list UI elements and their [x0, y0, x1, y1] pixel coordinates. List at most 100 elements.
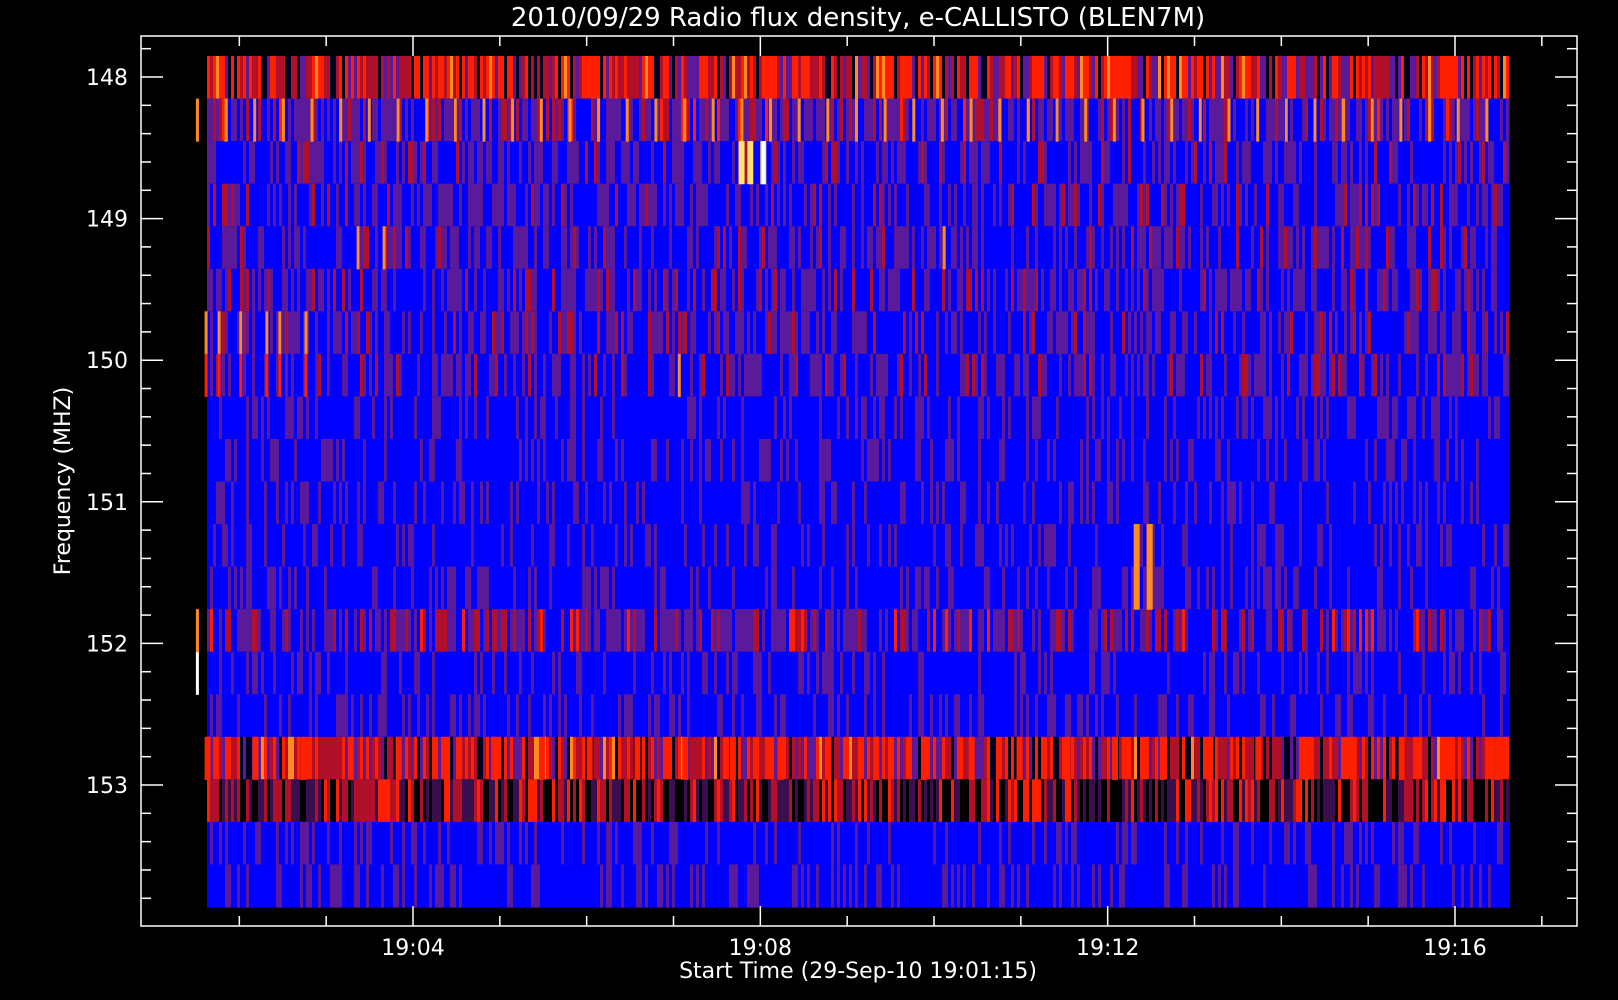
- heatmap-cell: [387, 779, 390, 823]
- heatmap-cell: [297, 736, 300, 780]
- heatmap-cell: [1164, 438, 1167, 483]
- heatmap-cell: [756, 736, 759, 780]
- heatmap-cell: [1185, 141, 1188, 185]
- heatmap-cell: [942, 481, 945, 525]
- heatmap-cell: [333, 56, 336, 100]
- heatmap-burst: [1255, 736, 1262, 780]
- heatmap-cell: [951, 566, 954, 610]
- heatmap-cell: [1272, 779, 1275, 823]
- heatmap-cell: [1353, 183, 1356, 227]
- heatmap-cell: [276, 438, 279, 483]
- heatmap-cell: [1284, 56, 1287, 100]
- heatmap-cell: [792, 566, 795, 610]
- heatmap-cell: [1320, 779, 1323, 823]
- heatmap-cell: [312, 56, 315, 100]
- heatmap-cell: [552, 141, 555, 185]
- heatmap-cell: [708, 736, 711, 780]
- heatmap-burst: [265, 353, 269, 397]
- heatmap-cell: [492, 651, 495, 695]
- heatmap-cell: [1113, 779, 1116, 823]
- heatmap-cell: [786, 98, 789, 142]
- heatmap-cell: [1218, 226, 1221, 270]
- heatmap-cell: [639, 609, 642, 653]
- heatmap-cell: [1299, 56, 1302, 100]
- heatmap-cell: [831, 694, 834, 738]
- heatmap-cell: [453, 481, 456, 525]
- heatmap-cell: [1473, 566, 1476, 610]
- heatmap-cell: [534, 821, 537, 866]
- heatmap-cell: [1284, 736, 1287, 780]
- heatmap-cell: [966, 353, 969, 397]
- heatmap-cell: [594, 226, 597, 270]
- heatmap-cell: [384, 438, 387, 483]
- heatmap-cell: [468, 56, 471, 100]
- heatmap-cell: [405, 736, 408, 780]
- heatmap-cell: [1407, 183, 1410, 227]
- heatmap-cell: [732, 651, 735, 695]
- heatmap-cell: [258, 268, 261, 312]
- heatmap-cell: [828, 183, 831, 227]
- heatmap-cell: [1089, 609, 1092, 653]
- heatmap-cell: [624, 226, 627, 270]
- heatmap-cell: [1368, 311, 1371, 355]
- heatmap-cell: [1110, 609, 1113, 653]
- heatmap-cell: [498, 56, 501, 100]
- heatmap-cell: [621, 56, 624, 100]
- heatmap-cell: [1107, 268, 1110, 312]
- heatmap-cell: [468, 779, 471, 823]
- heatmap-cell: [1266, 736, 1269, 780]
- heatmap-cell: [924, 183, 927, 227]
- heatmap-cell: [1122, 226, 1125, 270]
- heatmap-cell: [612, 98, 615, 142]
- heatmap-cell: [390, 56, 393, 100]
- heatmap-cell: [1158, 56, 1161, 100]
- heatmap-cell: [441, 864, 444, 908]
- heatmap-cell: [210, 609, 213, 653]
- heatmap-cell: [1245, 353, 1248, 397]
- heatmap-cell: [756, 524, 759, 568]
- heatmap-cell: [1020, 694, 1023, 738]
- heatmap-cell: [1032, 609, 1035, 653]
- heatmap-cell: [816, 56, 819, 100]
- heatmap-cell: [297, 396, 300, 440]
- heatmap-cell: [486, 609, 489, 653]
- heatmap-cell: [1065, 311, 1068, 355]
- heatmap-cell: [693, 311, 696, 355]
- heatmap-cell: [270, 311, 273, 355]
- heatmap-cell: [1419, 609, 1422, 653]
- heatmap-cell: [699, 183, 702, 227]
- heatmap-cell: [1398, 651, 1401, 695]
- heatmap-cell: [987, 736, 990, 780]
- heatmap-cell: [453, 779, 456, 823]
- heatmap-cell: [372, 396, 375, 440]
- heatmap-cell: [249, 609, 252, 653]
- heatmap-cell: [1482, 779, 1485, 823]
- heatmap-cell: [963, 56, 966, 100]
- heatmap-cell: [732, 141, 735, 185]
- heatmap-cell: [771, 736, 774, 780]
- heatmap-cell: [273, 736, 276, 780]
- heatmap-cell: [672, 98, 675, 142]
- heatmap-cell: [1464, 226, 1467, 270]
- heatmap-cell: [384, 651, 387, 695]
- heatmap-cell: [570, 56, 573, 100]
- heatmap-cell: [855, 609, 858, 653]
- heatmap-cell: [534, 183, 537, 227]
- heatmap-cell: [603, 353, 606, 397]
- heatmap-cell: [216, 56, 219, 100]
- heatmap-cell: [294, 311, 297, 355]
- heatmap-cell: [582, 609, 585, 653]
- heatmap-cell: [1416, 609, 1419, 653]
- heatmap-cell: [1113, 56, 1116, 100]
- heatmap-cell: [1116, 438, 1119, 483]
- heatmap-cell: [705, 56, 708, 100]
- heatmap-cell: [570, 311, 573, 355]
- heatmap-cell: [423, 226, 426, 270]
- heatmap-cell: [813, 353, 816, 397]
- heatmap-cell: [1236, 56, 1239, 100]
- heatmap-cell: [1242, 779, 1245, 823]
- heatmap-cell: [249, 779, 252, 823]
- heatmap-cell: [1215, 56, 1218, 100]
- heatmap-cell: [1224, 736, 1227, 780]
- heatmap-cell: [498, 268, 501, 312]
